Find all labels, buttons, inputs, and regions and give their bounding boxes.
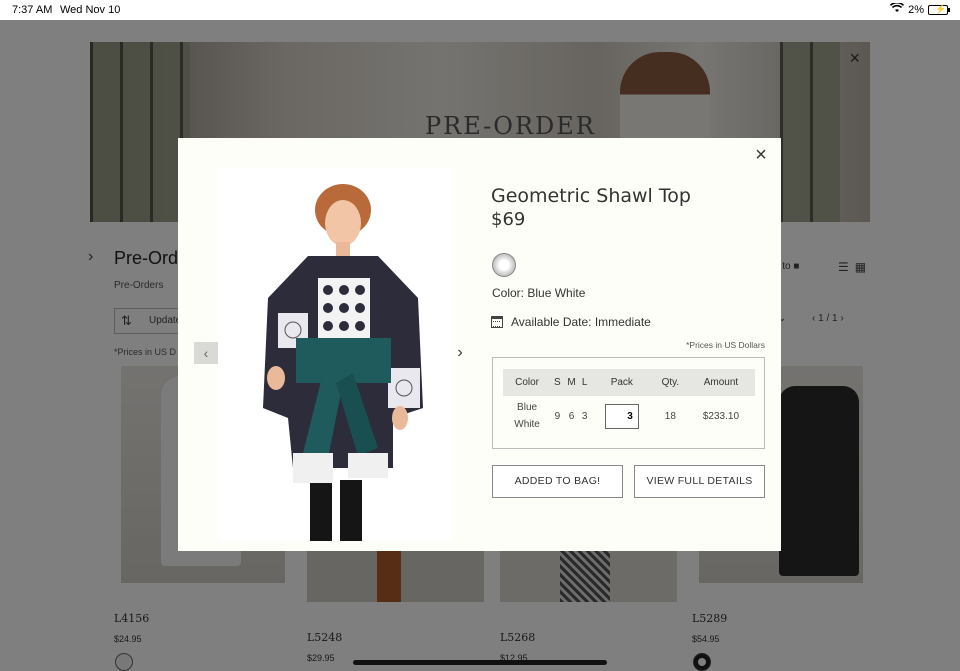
- close-icon[interactable]: ×: [749, 144, 773, 168]
- cell-amount: $233.10: [702, 410, 740, 422]
- header-color: Color: [503, 369, 552, 396]
- status-time: 7:37 AM: [12, 4, 53, 16]
- header-pack: Pack: [589, 369, 654, 396]
- cell-s: 9: [554, 410, 561, 422]
- size-table: Color S M L Pack Qty. Amount Blue White …: [503, 369, 755, 436]
- color-name-line1: Blue: [517, 402, 538, 413]
- size-grid: Color S M L Pack Qty. Amount Blue White …: [492, 357, 765, 449]
- header-l: L: [579, 369, 590, 396]
- calendar-icon: [491, 316, 503, 328]
- status-right: 2% ⚡: [890, 1, 950, 16]
- status-date: Wed Nov 10: [60, 4, 121, 16]
- header-s: S: [551, 369, 564, 396]
- color-name-line2: White: [514, 419, 540, 430]
- cell-l: 3: [581, 410, 588, 422]
- cell-qty: 18: [664, 410, 676, 422]
- added-to-bag-button[interactable]: ADDED TO BAG!: [492, 465, 623, 498]
- header-qty: Qty.: [653, 369, 687, 396]
- view-full-details-button[interactable]: VIEW FULL DETAILS: [634, 465, 765, 498]
- quick-view-modal: × ‹ › Geometric Shawl Top $69 Color: Blu…: [178, 138, 781, 551]
- product-photo: [218, 168, 452, 541]
- cell-color: Blue White: [503, 396, 551, 436]
- home-indicator[interactable]: [353, 660, 607, 665]
- prices-note: *Prices in US Dollars: [686, 340, 765, 350]
- battery-icon: ⚡: [928, 4, 950, 15]
- status-bar: 7:37 AM Wed Nov 10 2% ⚡: [0, 0, 960, 20]
- product-price: $69: [491, 209, 526, 230]
- cell-m: 6: [568, 410, 575, 422]
- chevron-left-icon[interactable]: ‹: [194, 342, 218, 364]
- product-title: Geometric Shawl Top: [491, 185, 691, 207]
- chevron-right-icon[interactable]: ›: [452, 342, 468, 364]
- battery-percent: 2%: [908, 3, 924, 16]
- table-row: Blue White 9 6 3 18 $233.10: [503, 396, 755, 436]
- wifi-icon: [890, 1, 905, 16]
- selected-color: Color: Blue White: [492, 286, 586, 300]
- header-amount: Amount: [686, 369, 755, 396]
- header-m: M: [563, 369, 580, 396]
- available-date-text: Available Date: Immediate: [511, 315, 651, 329]
- table-header-row: Color S M L Pack Qty. Amount: [503, 369, 755, 396]
- pack-quantity-input[interactable]: [604, 403, 639, 429]
- cell-pack: [590, 396, 654, 436]
- available-date: Available Date: Immediate: [491, 315, 651, 329]
- color-swatch-icon[interactable]: [492, 253, 516, 277]
